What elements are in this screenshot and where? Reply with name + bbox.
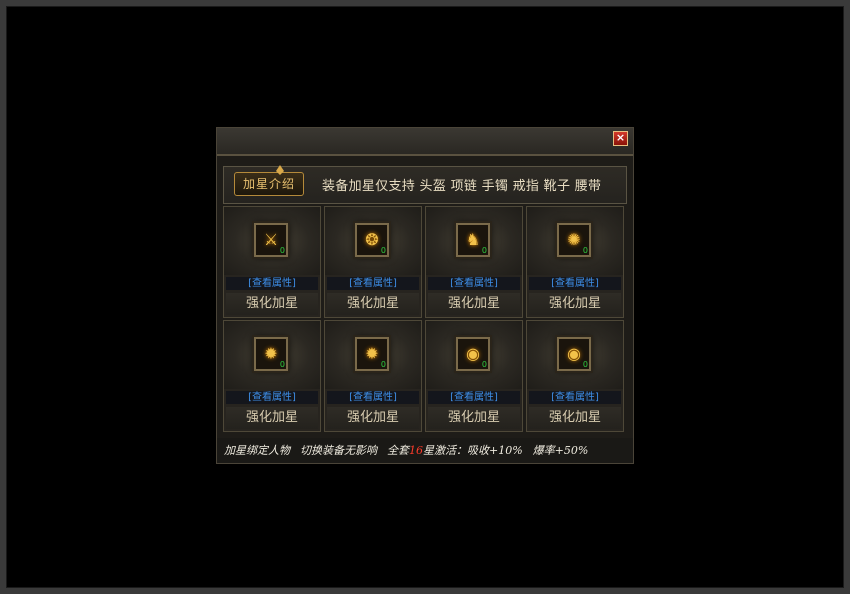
star-count: 0 [279,246,285,255]
card-background: ✺ 0 [527,207,623,275]
equipment-card: ❂ 0 [查看属性] 强化加星 [324,206,422,318]
bracelet-icon: ✹ [264,344,278,363]
item-slot[interactable]: ◉ 0 [557,337,591,371]
star-count: 0 [481,246,487,255]
equipment-card: ✹ 0 [查看属性] 强化加星 [223,320,321,432]
item-slot[interactable]: ◉ 0 [456,337,490,371]
star-count: 0 [481,360,487,369]
view-attributes-link[interactable]: [查看属性] [428,391,520,404]
item-slot[interactable]: ✹ 0 [355,337,389,371]
ring-icon: ◉ [466,344,480,363]
ring-icon: ◉ [567,344,581,363]
item-slot[interactable]: ✹ 0 [254,337,288,371]
enhance-star-button[interactable]: 强化加星 [529,293,621,315]
equipment-card: ◉ 0 [查看属性] 强化加星 [425,320,523,432]
star-count: 0 [380,246,386,255]
dialog-titlebar[interactable]: × [217,128,633,156]
card-background: ◉ 0 [527,321,623,389]
card-background: ❂ 0 [325,207,421,275]
view-attributes-link[interactable]: [查看属性] [226,391,318,404]
enhance-star-button[interactable]: 强化加星 [226,293,318,315]
card-background: ⚔ 0 [224,207,320,275]
card-background: ♞ 0 [426,207,522,275]
footer-set-bonus: 星激活：吸收+10% [423,444,523,457]
footer-bind-note: 加星绑定人物 [224,444,290,457]
equipment-card: ♞ 0 [查看属性] 强化加星 [425,206,523,318]
star-count: 0 [279,360,285,369]
item-slot[interactable]: ⚔ 0 [254,223,288,257]
star-enhance-dialog: × 加星介绍 装备加星仅支持 头盔 项链 手镯 戒指 靴子 腰带 ⚔ 0 [查看… [217,128,633,463]
star-count: 0 [582,246,588,255]
enhance-star-button[interactable]: 强化加星 [327,407,419,429]
card-background: ✹ 0 [325,321,421,389]
footer-set-star-count: 16 [409,444,423,457]
ornament-icon [276,165,284,175]
star-count: 0 [380,360,386,369]
intro-badge-label: 加星介绍 [242,177,295,191]
intro-badge: 加星介绍 [234,165,304,196]
view-attributes-link[interactable]: [查看属性] [327,277,419,290]
view-attributes-link[interactable]: [查看属性] [428,277,520,290]
enhance-star-button[interactable]: 强化加星 [226,407,318,429]
necklace-icon: ❂ [365,230,379,249]
footer-switch-note: 切换装备无影响 [300,444,377,457]
sword-icon: ⚔ [263,230,279,249]
view-attributes-link[interactable]: [查看属性] [529,277,621,290]
view-attributes-link[interactable]: [查看属性] [529,391,621,404]
boot-icon: ♞ [465,230,481,249]
equipment-card: ✺ 0 [查看属性] 强化加星 [526,206,624,318]
item-slot[interactable]: ♞ 0 [456,223,490,257]
star-count: 0 [582,360,588,369]
equipment-card: ✹ 0 [查看属性] 强化加星 [324,320,422,432]
footer-set-prefix: 全套 [387,444,409,457]
enhance-star-button[interactable]: 强化加星 [327,293,419,315]
item-slot[interactable]: ✺ 0 [557,223,591,257]
view-attributes-link[interactable]: [查看属性] [327,391,419,404]
enhance-star-button[interactable]: 强化加星 [529,407,621,429]
equipment-grid: ⚔ 0 [查看属性] 强化加星 ❂ 0 [查看属性] 强化加星 ♞ 0 [查看属… [223,206,625,434]
card-background: ✹ 0 [224,321,320,389]
equipment-card: ◉ 0 [查看属性] 强化加星 [526,320,624,432]
supported-equipment-text: 装备加星仅支持 头盔 项链 手镯 戒指 靴子 腰带 [322,179,602,194]
item-slot[interactable]: ❂ 0 [355,223,389,257]
bracelet-icon: ✹ [365,344,379,363]
close-button[interactable]: × [613,131,628,146]
bonus-info-footer: 加星绑定人物 切换装备无影响 全套16星激活：吸收+10% 爆率+50% [217,438,633,463]
enhance-star-button[interactable]: 强化加星 [428,407,520,429]
view-attributes-link[interactable]: [查看属性] [226,277,318,290]
intro-header: 加星介绍 装备加星仅支持 头盔 项链 手镯 戒指 靴子 腰带 [223,165,627,204]
equipment-card: ⚔ 0 [查看属性] 强化加星 [223,206,321,318]
card-background: ◉ 0 [426,321,522,389]
enhance-star-button[interactable]: 强化加星 [428,293,520,315]
belt-icon: ✺ [567,230,581,249]
footer-drop-rate: 爆率+50% [532,444,589,457]
